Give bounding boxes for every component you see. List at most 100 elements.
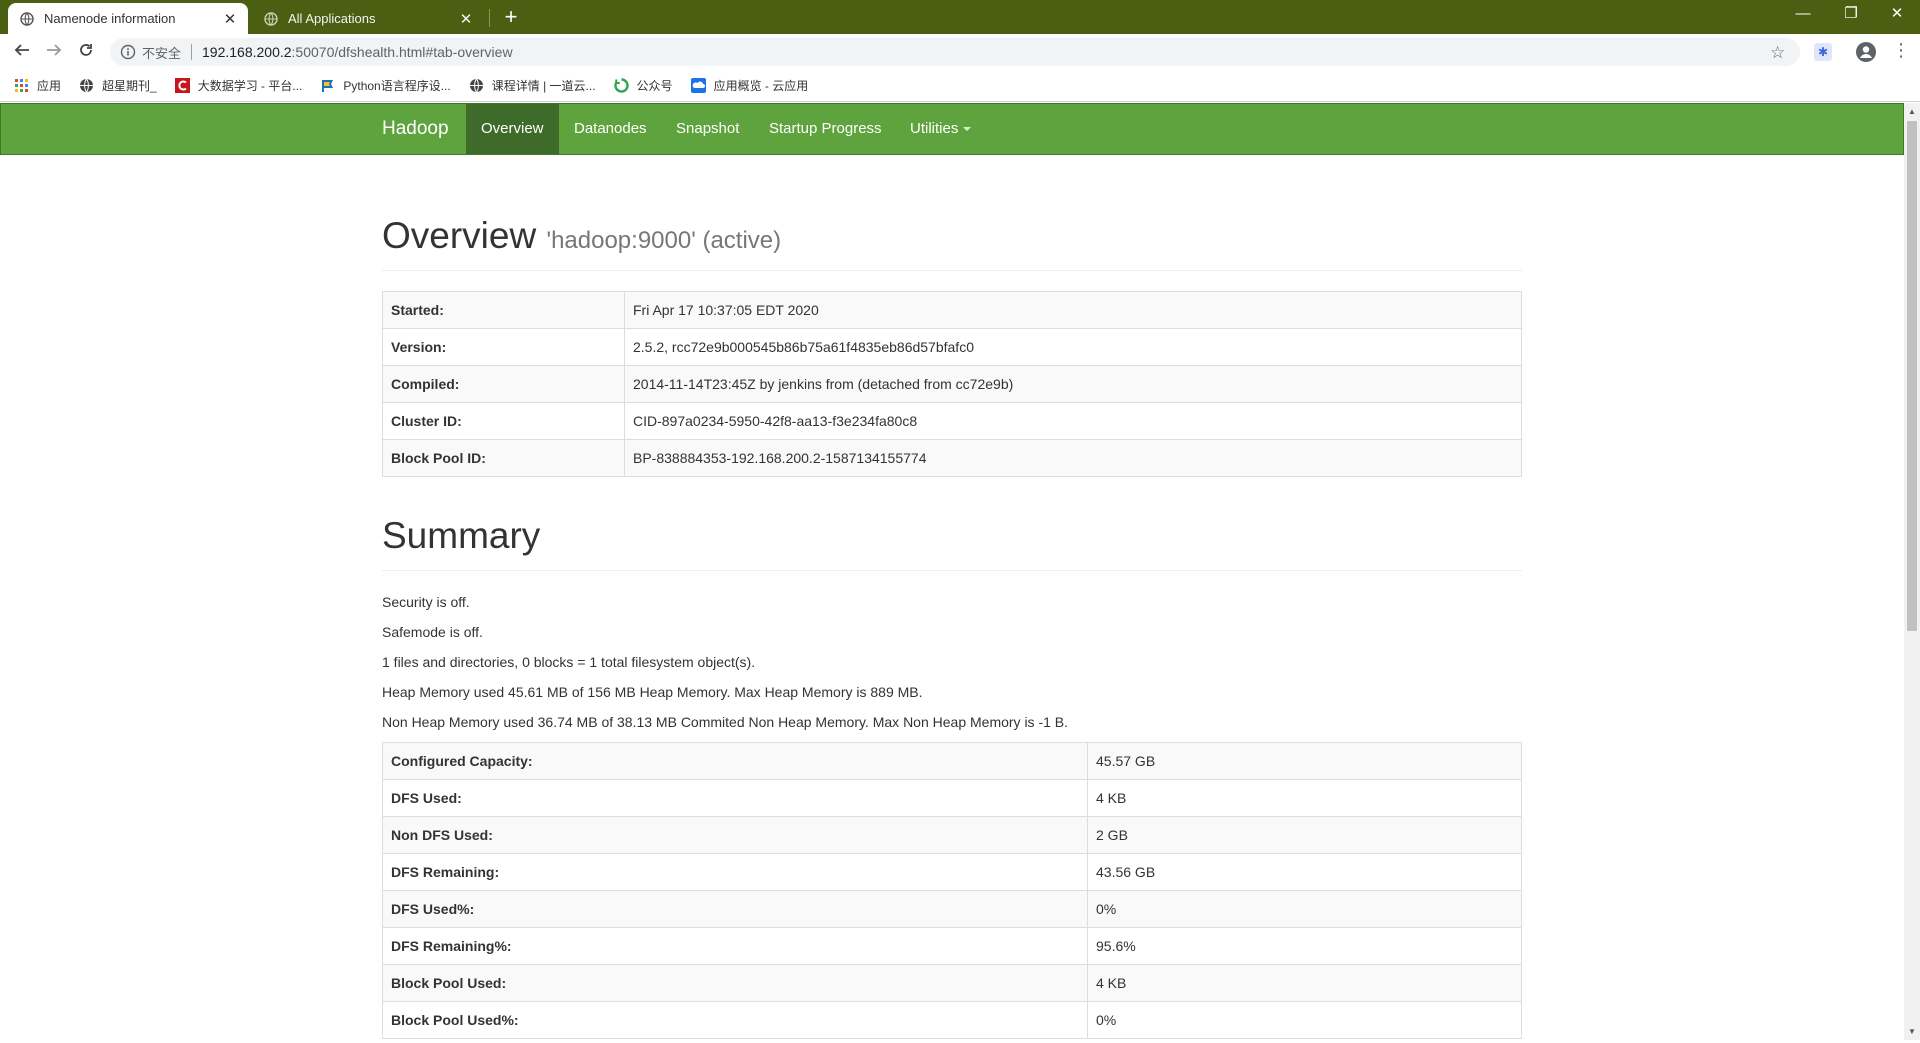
nav-startup-progress[interactable]: Startup Progress (754, 104, 897, 154)
forward-button[interactable] (43, 41, 65, 63)
arrow-left-icon (14, 44, 29, 56)
row-key: Compiled: (382, 365, 625, 403)
table-row: Version: 2.5.2, rcc72e9b000545b86b75a61f4… (382, 328, 1522, 366)
bookmark-course[interactable]: 课程详情 | 一道云... (469, 77, 596, 94)
nav-overview[interactable]: Overview (466, 104, 559, 154)
main-content: Overview 'hadoop:9000' (active) Started:… (382, 155, 1522, 1039)
info-icon (120, 44, 136, 60)
row-key: Block Pool ID: (382, 439, 625, 477)
bookmark-label: Python语言程序设... (343, 79, 451, 93)
row-key: DFS Used%: (382, 890, 1088, 928)
row-value: 0% (1087, 890, 1522, 928)
summary-title: Summary (382, 515, 541, 556)
bookmark-apps[interactable]: 应用 (14, 77, 61, 94)
row-key: Configured Capacity: (382, 742, 1088, 780)
bookmark-wechat[interactable]: 公众号 (613, 77, 673, 94)
overview-title: Overview (382, 215, 537, 256)
new-tab-button[interactable]: + (498, 5, 524, 31)
c-logo-icon (174, 78, 190, 93)
page-title: Overview 'hadoop:9000' (active) (382, 215, 1522, 259)
summary-line: Security is off. (382, 594, 470, 610)
window-close-button[interactable]: ✕ (1874, 0, 1920, 30)
nav-utilities-label: Utilities (910, 120, 959, 137)
apps-grid-icon (15, 79, 28, 92)
nav-datanodes[interactable]: Datanodes (559, 104, 662, 154)
page-viewport: Hadoop Overview Datanodes Snapshot Start… (0, 103, 1904, 1040)
divider (382, 270, 1522, 271)
row-key: Block Pool Used%: (382, 1001, 1088, 1039)
hadoop-navbar: Hadoop Overview Datanodes Snapshot Start… (0, 103, 1904, 155)
row-key: Non DFS Used: (382, 816, 1088, 854)
row-value: 4 KB (1087, 964, 1522, 1002)
divider (382, 570, 1522, 571)
globe-icon (80, 78, 94, 93)
flag-icon (322, 80, 334, 92)
insecure-label: 不安全 (142, 45, 182, 61)
row-value: Fri Apr 17 10:37:05 EDT 2020 (624, 291, 1522, 329)
row-key: Block Pool Used: (382, 964, 1088, 1002)
row-value: 95.6% (1087, 927, 1522, 965)
tab-title: All Applications (288, 11, 376, 26)
row-value: BP-838884353-192.168.200.2-1587134155774 (624, 439, 1522, 477)
row-value: 43.56 GB (1087, 853, 1522, 891)
table-row: DFS Remaining: 43.56 GB (382, 853, 1522, 891)
hadoop-brand[interactable]: Hadoop (382, 104, 449, 154)
reload-button[interactable] (75, 41, 97, 63)
row-value: 2014-11-14T23:45Z by jenkins from (detac… (624, 365, 1522, 403)
row-value: 2.5.2, rcc72e9b000545b86b75a61f4835eb86d… (624, 328, 1522, 366)
row-value: CID-897a0234-5950-42f8-aa13-f3e234fa80c8 (624, 402, 1522, 440)
bookmark-cloud-app[interactable]: 应用概览 - 云应用 (690, 77, 809, 94)
row-key: DFS Used: (382, 779, 1088, 817)
globe-icon (20, 11, 34, 26)
row-key: Started: (382, 291, 625, 329)
url-host: 192.168.200.2 (202, 44, 292, 60)
address-bar[interactable]: 不安全 192.168.200.2:50070/dfshealth.html#t… (110, 38, 1800, 66)
close-icon[interactable]: ✕ (456, 10, 476, 28)
table-row: Non DFS Used: 2 GB (382, 816, 1522, 854)
summary-line: Heap Memory used 45.61 MB of 156 MB Heap… (382, 684, 923, 700)
row-value: 4 KB (1087, 779, 1522, 817)
tab-all-applications[interactable]: All Applications ✕ (252, 3, 484, 34)
table-row: DFS Used%: 0% (382, 890, 1522, 928)
url-path: :50070/dfshealth.html#tab-overview (291, 44, 513, 60)
table-row: Configured Capacity: 45.57 GB (382, 742, 1522, 780)
summary-line: 1 files and directories, 0 blocks = 1 to… (382, 654, 756, 670)
overview-table: Started: Fri Apr 17 10:37:05 EDT 2020 Ver… (382, 291, 1522, 477)
tab-namenode-information[interactable]: Namenode information ✕ (8, 3, 248, 34)
back-button[interactable] (11, 41, 33, 63)
browser-toolbar: 不安全 192.168.200.2:50070/dfshealth.html#t… (0, 34, 1920, 70)
summary-lines: Security is off. Safemode is off. 1 file… (382, 587, 1522, 737)
restore-button[interactable]: ❐ (1828, 0, 1874, 30)
row-key: Cluster ID: (382, 402, 625, 440)
bookmark-star-icon[interactable]: ☆ (1770, 43, 1785, 63)
scroll-down-icon[interactable]: ▼ (1908, 1027, 1916, 1036)
chrome-menu-icon[interactable]: ⋮ (1892, 40, 1910, 61)
profile-avatar-icon[interactable] (1856, 42, 1876, 62)
reload-icon (80, 44, 92, 56)
row-key: DFS Remaining: (382, 853, 1088, 891)
extension-icon[interactable]: ✱ (1814, 43, 1832, 61)
table-row: Block Pool Used: 4 KB (382, 964, 1522, 1002)
row-key: Version: (382, 328, 625, 366)
page-scrollbar[interactable]: ▲ ▼ (1904, 103, 1920, 1040)
row-value: 2 GB (1087, 816, 1522, 854)
bookmark-bigdata[interactable]: 大数据学习 - 平台... (174, 77, 302, 94)
bookmark-chaoxing[interactable]: 超星期刊_ (79, 77, 157, 94)
tab-strip: Namenode information ✕ All Applications … (0, 0, 1920, 34)
nav-snapshot[interactable]: Snapshot (661, 104, 754, 154)
table-row: Started: Fri Apr 17 10:37:05 EDT 2020 (382, 291, 1522, 329)
minimize-button[interactable]: — (1780, 0, 1826, 30)
summary-line: Safemode is off. (382, 624, 483, 640)
nav-utilities[interactable]: Utilities (895, 104, 986, 154)
bookmarks-bar: 应用 超星期刊_ 大数据学习 - 平台... Python语言程序设... 课程… (0, 70, 1920, 102)
bookmark-label: 课程详情 | 一道云... (491, 79, 596, 93)
bookmark-label: 应用 (37, 79, 62, 93)
scroll-up-icon[interactable]: ▲ (1908, 107, 1916, 116)
summary-line: Non Heap Memory used 36.74 MB of 38.13 M… (382, 714, 1069, 730)
bookmark-python[interactable]: Python语言程序设... (320, 77, 451, 94)
scrollbar-thumb[interactable] (1907, 121, 1917, 631)
row-key: DFS Remaining%: (382, 927, 1088, 965)
bookmark-label: 应用概览 - 云应用 (713, 79, 809, 93)
close-icon[interactable]: ✕ (220, 10, 240, 28)
tab-divider (489, 9, 490, 27)
